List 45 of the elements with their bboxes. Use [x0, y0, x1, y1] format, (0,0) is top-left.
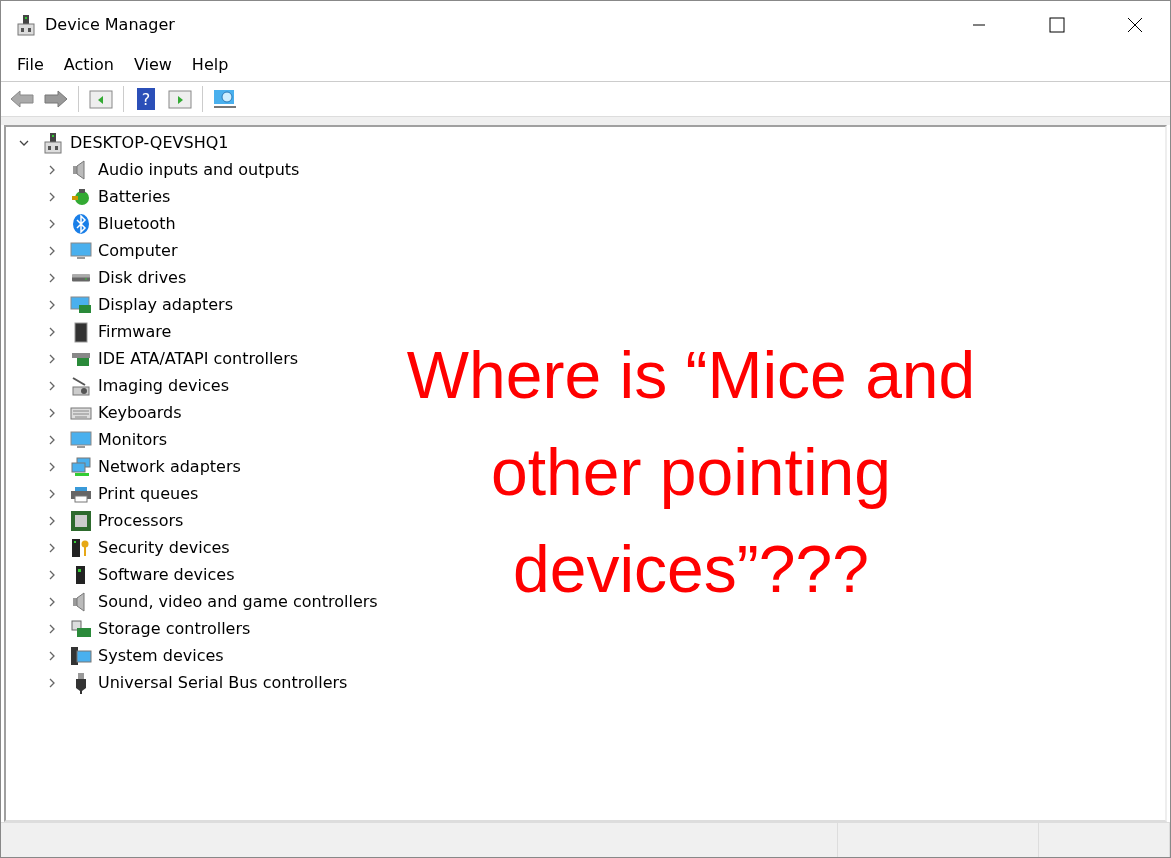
annotation-text: other pointing — [491, 434, 891, 511]
close-icon — [1127, 16, 1143, 33]
annotation-text: Where is “Mice and — [406, 337, 976, 414]
tree-item[interactable]: Security devices — [98, 538, 230, 557]
tree-item[interactable]: Firmware — [98, 322, 172, 341]
menu-item[interactable]: Action — [53, 51, 124, 78]
help-button[interactable]: ? — [131, 85, 161, 113]
camera-icon — [70, 374, 92, 397]
minimize-icon — [973, 23, 985, 26]
tower-monitor-icon — [70, 644, 92, 667]
tree-item[interactable]: Imaging devices — [98, 376, 229, 395]
annotation-text: devices”??? — [513, 531, 869, 608]
bluetooth-icon — [70, 212, 92, 235]
maximize-icon — [1049, 16, 1065, 33]
menu-item[interactable]: View — [123, 51, 182, 78]
tree-item[interactable]: Sound, video and game controllers — [98, 592, 378, 611]
tree-item[interactable]: Audio inputs and outputs — [98, 160, 300, 179]
tree-item[interactable]: Keyboards — [98, 403, 182, 422]
computer-tower-icon — [42, 131, 64, 154]
tree-item[interactable]: Universal Serial Bus controllers — [98, 673, 348, 692]
network-monitors-icon — [70, 455, 92, 478]
tree-item[interactable]: IDE ATA/ATAPI controllers — [98, 349, 299, 368]
monitor-card-icon — [70, 293, 92, 316]
tree-item[interactable]: Processors — [98, 511, 184, 530]
tree-item[interactable]: Bluetooth — [98, 214, 176, 233]
disk-drive-icon — [70, 273, 92, 282]
tree-item[interactable]: Disk drives — [98, 268, 187, 287]
tree-item[interactable]: System devices — [98, 646, 224, 665]
tree-item[interactable]: Computer — [98, 241, 178, 260]
window-title: Device Manager — [45, 15, 176, 34]
monitor-icon — [70, 239, 92, 262]
menu-item[interactable]: File — [7, 51, 54, 78]
tree-item[interactable]: Monitors — [98, 430, 168, 449]
tree-item[interactable]: Network adapters — [98, 457, 241, 476]
processor-icon — [70, 509, 92, 532]
tree-item[interactable]: Storage controllers — [98, 619, 251, 638]
tree-item[interactable]: Batteries — [98, 187, 171, 206]
tree-item[interactable]: Print queues — [98, 484, 199, 503]
storage-card-icon — [70, 617, 92, 640]
tree-item[interactable]: Software devices — [98, 565, 235, 584]
tree-item[interactable]: DESKTOP-QEVSHQ1 — [70, 133, 229, 152]
menu-item[interactable]: Help — [181, 51, 239, 78]
computer-tower-icon — [15, 13, 37, 36]
monitor-icon — [70, 428, 92, 451]
tree-item[interactable]: Display adapters — [98, 295, 233, 314]
